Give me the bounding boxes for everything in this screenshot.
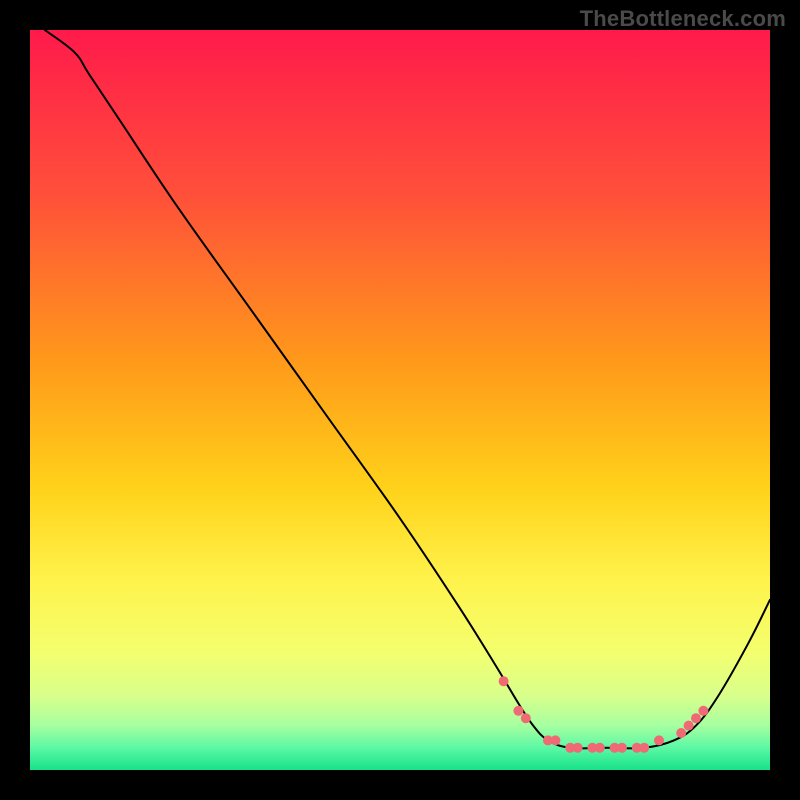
marker-dot bbox=[676, 728, 686, 738]
marker-dot bbox=[550, 735, 560, 745]
marker-dot bbox=[698, 706, 708, 716]
marker-dot bbox=[513, 706, 523, 716]
marker-dot bbox=[654, 735, 664, 745]
marker-dot bbox=[595, 743, 605, 753]
marker-dots bbox=[499, 676, 709, 753]
marker-dot bbox=[639, 743, 649, 753]
marker-dot bbox=[691, 713, 701, 723]
marker-dot bbox=[617, 743, 627, 753]
chart-frame: TheBottleneck.com bbox=[0, 0, 800, 800]
plot-area bbox=[30, 30, 770, 770]
bottleneck-curve bbox=[45, 30, 770, 748]
curve-layer bbox=[30, 30, 770, 770]
marker-dot bbox=[521, 713, 531, 723]
marker-dot bbox=[684, 721, 694, 731]
marker-dot bbox=[499, 676, 509, 686]
watermark-text: TheBottleneck.com bbox=[580, 6, 786, 32]
marker-dot bbox=[573, 743, 583, 753]
